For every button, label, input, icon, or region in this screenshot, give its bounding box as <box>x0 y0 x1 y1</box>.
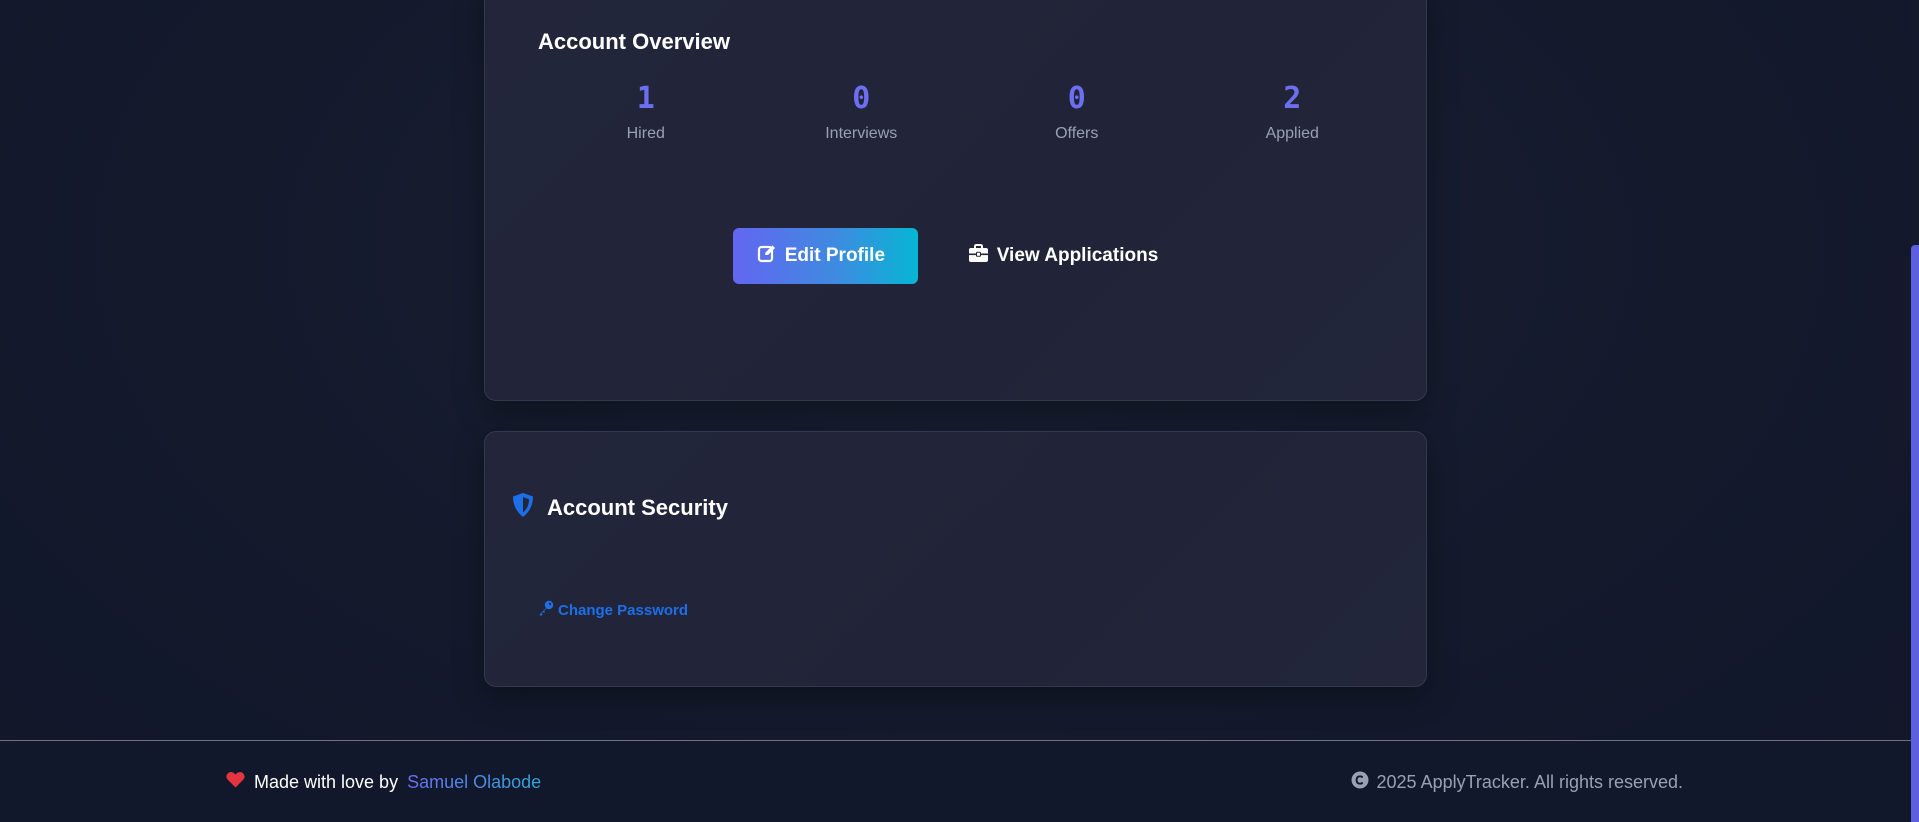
heart-icon <box>226 771 245 793</box>
page: Account Overview 1 Hired 0 Interviews 0 … <box>0 0 1919 822</box>
stat-label: Interviews <box>825 125 898 142</box>
key-icon <box>538 600 554 620</box>
stat-value: 1 <box>636 81 655 116</box>
stat-interviews: 0 Interviews <box>754 79 970 143</box>
footer: Made with love by Samuel Olabode 2025 Ap… <box>0 740 1911 822</box>
account-security-title: Account Security <box>547 494 728 520</box>
account-security-card: Account Security Change Password <box>484 431 1427 687</box>
stat-value: 0 <box>1067 81 1086 116</box>
overview-actions: Edit Profile View Applications <box>485 228 1426 284</box>
view-applications-label: View Applications <box>996 245 1159 266</box>
copyright-text: 2025 ApplyTracker. All rights reserved. <box>1376 772 1683 792</box>
stat-offers: 0 Offers <box>969 79 1185 143</box>
stat-value: 0 <box>852 81 871 116</box>
shield-icon <box>511 492 535 523</box>
pen-to-square-icon <box>757 243 777 269</box>
stat-hired: 1 Hired <box>538 79 754 143</box>
change-password-label: Change Password <box>558 601 689 619</box>
stat-value: 2 <box>1283 81 1302 116</box>
footer-credit: Made with love by Samuel Olabode <box>226 771 541 793</box>
copyright-icon <box>1351 771 1369 794</box>
change-password-link[interactable]: Change Password <box>538 600 688 620</box>
stat-label: Hired <box>626 125 665 142</box>
made-with-love-text: Made with love by <box>254 771 399 792</box>
stat-label: Applied <box>1265 125 1319 142</box>
footer-copyright: 2025 ApplyTracker. All rights reserved. <box>1351 771 1683 794</box>
briefcase-icon <box>968 243 989 269</box>
stat-applied: 2 Applied <box>1185 79 1401 143</box>
edit-profile-label: Edit Profile <box>784 245 886 266</box>
account-overview-title: Account Overview <box>538 29 730 54</box>
scrollbar-thumb[interactable] <box>1911 245 1919 822</box>
stat-label: Offers <box>1055 125 1099 142</box>
edit-profile-button[interactable]: Edit Profile <box>732 228 918 284</box>
account-overview-card: Account Overview 1 Hired 0 Interviews 0 … <box>484 0 1427 401</box>
author-link[interactable]: Samuel Olabode <box>407 772 541 793</box>
security-header: Account Security <box>511 492 728 523</box>
scrollbar[interactable] <box>1911 0 1919 822</box>
stats-row: 1 Hired 0 Interviews 0 Offers 2 Applied <box>538 79 1400 143</box>
view-applications-button[interactable]: View Applications <box>948 228 1179 284</box>
